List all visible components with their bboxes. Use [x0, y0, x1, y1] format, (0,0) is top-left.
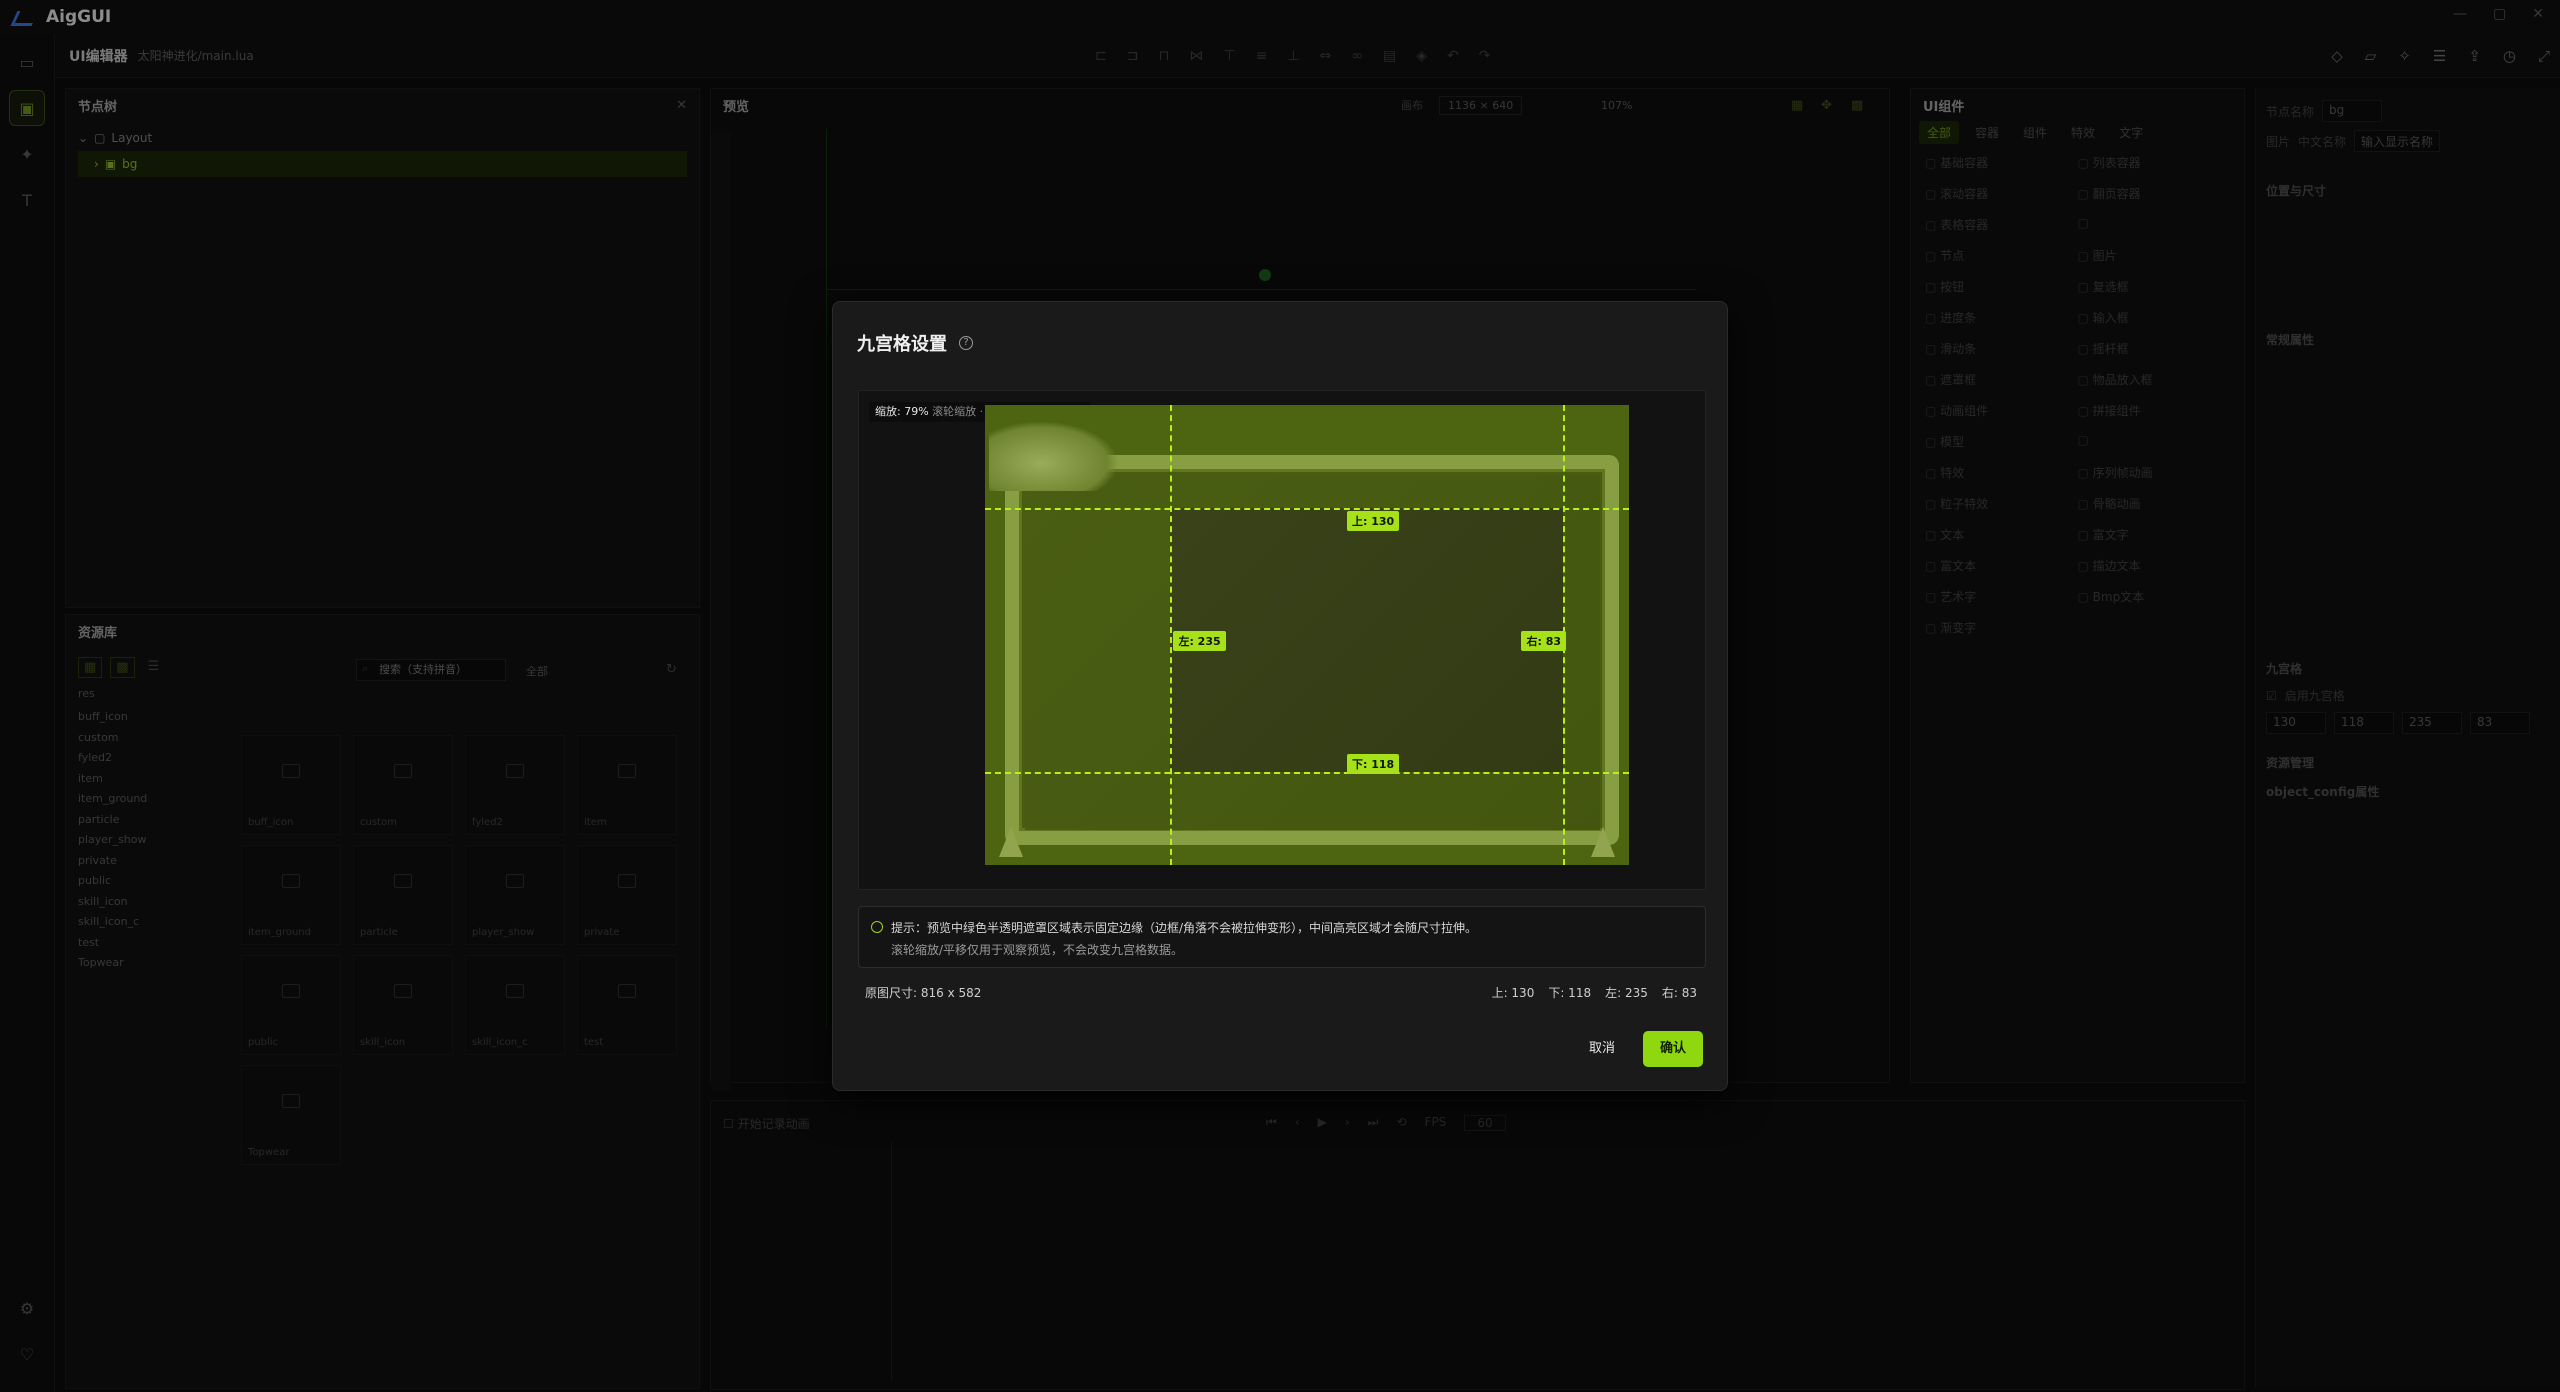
dialog-title: 九宫格设置	[857, 334, 947, 355]
hint-box: 提示：预览中绿色半透明遮罩区域表示固定边缘（边框/角落不会被拉伸变形），中间高亮…	[858, 906, 1706, 968]
guide-right-label: 右: 83	[1521, 630, 1567, 651]
fixed-region-bottom	[985, 771, 1629, 865]
summary-bottom: 下: 118	[1548, 986, 1592, 1000]
size-info-row: 原图尺寸: 816 x 582 上: 130 下: 118 左: 235 右: …	[865, 984, 1697, 1001]
guide-left[interactable]	[1170, 405, 1173, 865]
zoom-percent: 缩放: 79%	[875, 405, 929, 418]
summary-left: 左: 235	[1605, 986, 1648, 1000]
info-icon	[871, 921, 883, 933]
original-size: 原图尺寸: 816 x 582	[865, 986, 982, 1000]
summary-top: 上: 130	[1491, 986, 1535, 1000]
confirm-button[interactable]: 确认	[1643, 1031, 1703, 1067]
guide-bottom-label: 下: 118	[1346, 753, 1400, 774]
help-icon[interactable]: ?	[959, 336, 973, 350]
guide-left-label: 左: 235	[1173, 630, 1226, 651]
guide-top-label: 上: 130	[1346, 510, 1400, 531]
fixed-region-right	[1563, 507, 1629, 772]
app-window: AigGUI — ▢ ✕ ▭ ▣ ✦ T ⚙ ♡ UI编辑器 太阳神进化/mai…	[0, 0, 2560, 1392]
summary-right: 右: 83	[1661, 986, 1697, 1000]
guide-bottom[interactable]	[985, 771, 1629, 774]
cancel-button[interactable]: 取消	[1573, 1032, 1631, 1066]
nine-slice-preview-canvas[interactable]: 缩放: 79% 滚轮缩放 · 拖拽平移 · 双击重置 上: 130 下: 118	[858, 390, 1706, 890]
hint-line-2: 滚轮缩放/平移仅用于观察预览，不会改变九宫格数据。	[891, 943, 1184, 957]
fixed-region-left	[985, 507, 1171, 772]
hint-line-1: 提示：预览中绿色半透明遮罩区域表示固定边缘（边框/角落不会被拉伸变形），中间高亮…	[891, 921, 1478, 935]
guide-top[interactable]	[985, 507, 1629, 510]
nine-slice-dialog: 九宫格设置 ? 缩放: 79% 滚轮缩放 · 拖拽平移 · 双击重置	[832, 301, 1728, 1091]
frame-image: 上: 130 下: 118 左: 235 右: 83	[985, 405, 1629, 865]
fixed-region-top	[985, 405, 1629, 508]
